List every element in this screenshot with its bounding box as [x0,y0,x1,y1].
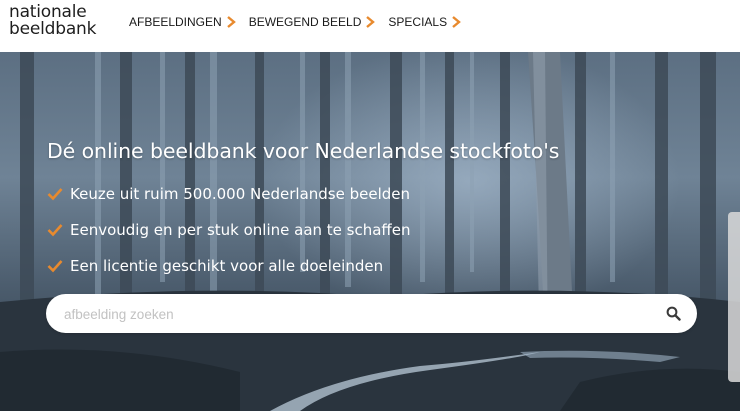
checkmark-icon [47,224,63,237]
nav-item-label: SPECIALS [388,15,448,29]
chevron-right-icon [226,16,236,28]
feature-item: Een licentie geschikt voor alle doeleind… [47,248,411,284]
side-feedback-tab[interactable] [728,212,740,382]
feature-text: Eenvoudig en per stuk online aan te scha… [70,221,411,239]
hero-headline: Dé online beeldbank voor Nederlandse sto… [47,139,560,163]
main-nav: AFBEELDINGEN BEWEGEND BEELD SPECIALS [129,14,474,30]
hero-banner: Dé online beeldbank voor Nederlandse sto… [0,52,740,411]
checkmark-icon [47,188,63,201]
nav-item-afbeeldingen[interactable]: AFBEELDINGEN [129,14,236,30]
feature-list: Keuze uit ruim 500.000 Nederlandse beeld… [47,176,411,284]
nav-item-label: BEWEGEND BEELD [248,15,362,29]
chevron-right-icon [366,16,376,28]
checkmark-icon [47,260,63,273]
feature-item: Eenvoudig en per stuk online aan te scha… [47,212,411,248]
feature-item: Keuze uit ruim 500.000 Nederlandse beeld… [47,176,411,212]
search-bar [46,294,697,335]
feature-text: Keuze uit ruim 500.000 Nederlandse beeld… [70,185,411,203]
nav-item-label: AFBEELDINGEN [129,15,222,29]
logo-line-2: beeldbank [9,19,97,39]
chevron-right-icon [452,16,461,28]
search-input[interactable] [62,294,646,335]
nav-item-specials[interactable]: SPECIALS [388,14,461,30]
feature-text: Een licentie geschikt voor alle doeleind… [70,257,384,275]
site-logo[interactable]: nationale beeldbank [9,4,96,38]
search-icon[interactable] [666,306,681,321]
top-navigation-bar: nationale beeldbank AFBEELDINGEN BEWEGEN… [0,0,740,52]
nav-item-bewegend-beeld[interactable]: BEWEGEND BEELD [249,14,376,30]
